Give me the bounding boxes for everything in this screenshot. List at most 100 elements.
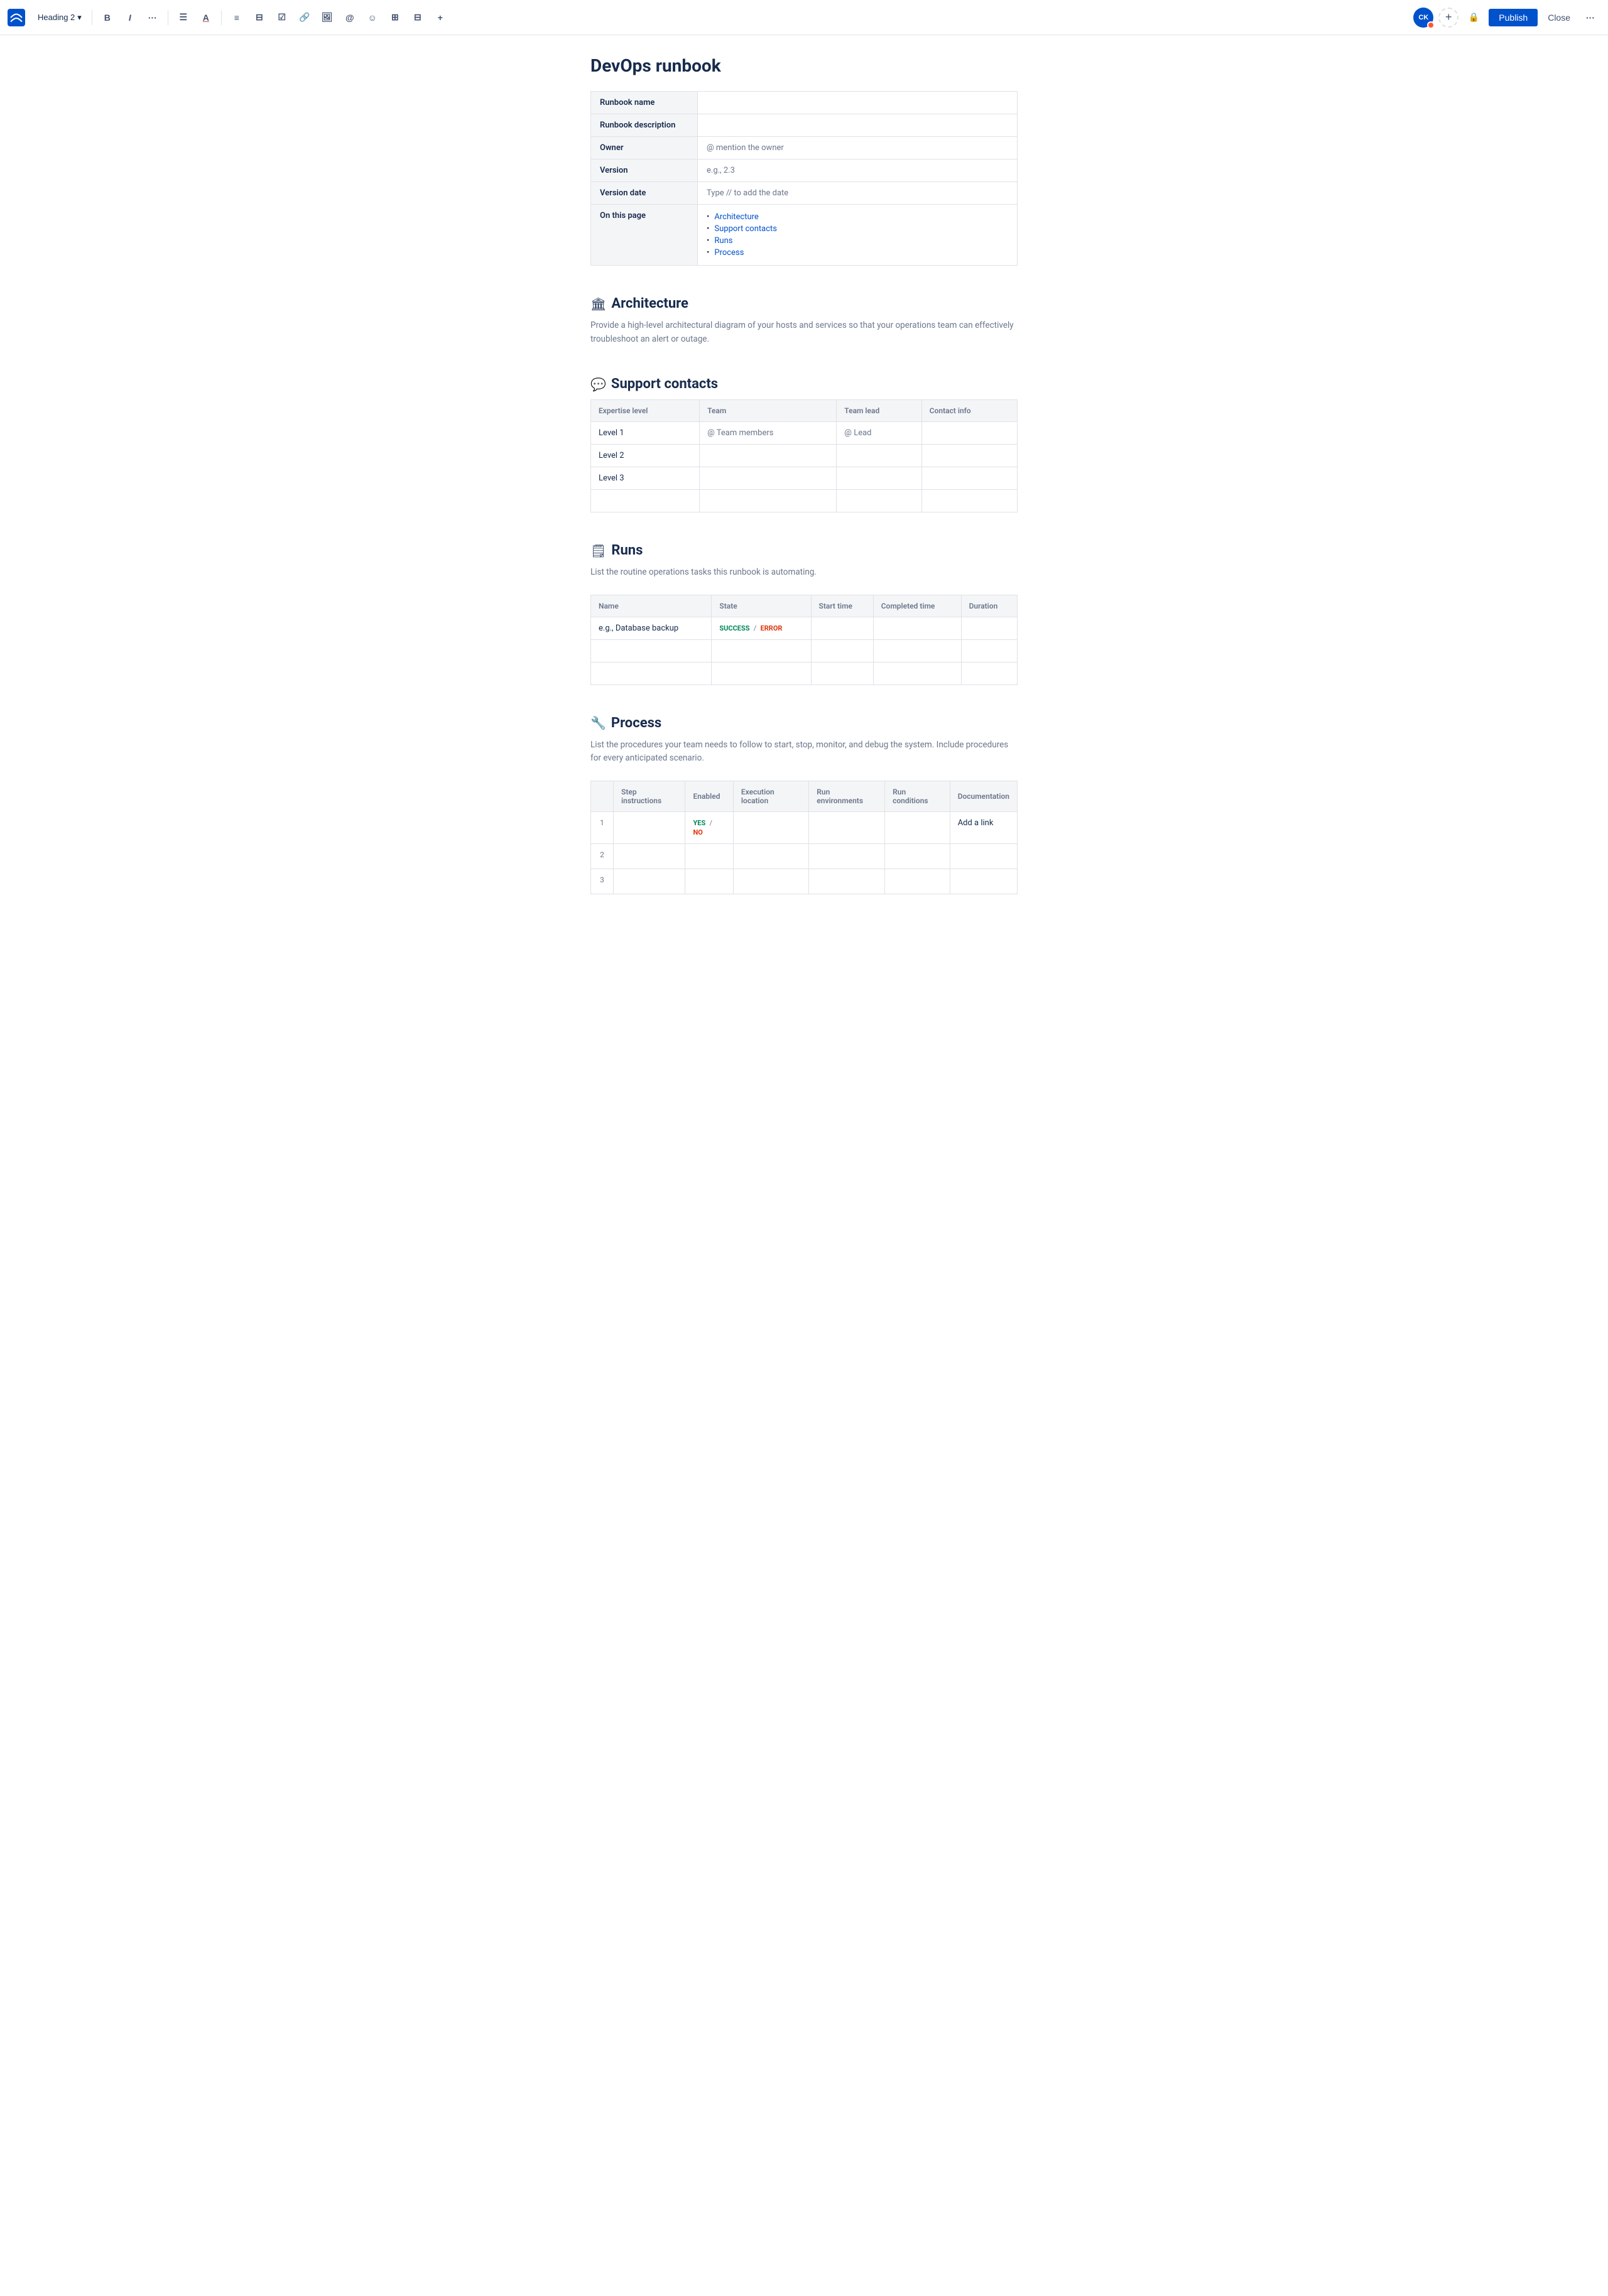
cell-team-1[interactable]: @ Team members bbox=[700, 422, 837, 445]
list-item: Process bbox=[707, 247, 1008, 259]
run-duration-3[interactable] bbox=[961, 662, 1017, 685]
table-row bbox=[591, 639, 1018, 662]
run-state-1[interactable]: SUCCESS / ERROR bbox=[712, 617, 811, 639]
process-run-env-1[interactable] bbox=[809, 811, 885, 843]
cell-expertise-4[interactable] bbox=[591, 490, 700, 512]
run-state-2[interactable] bbox=[712, 639, 811, 662]
process-step-3[interactable] bbox=[614, 869, 685, 894]
info-value-runbook-name[interactable] bbox=[698, 92, 1018, 114]
run-duration-2[interactable] bbox=[961, 639, 1017, 662]
yes-badge: YES bbox=[693, 819, 705, 827]
info-value-on-this-page: Architecture Support contacts Runs Proce… bbox=[698, 205, 1018, 266]
run-completed-2[interactable] bbox=[873, 639, 961, 662]
cell-lead-2[interactable] bbox=[837, 445, 921, 467]
plus-icon: + bbox=[1445, 11, 1452, 24]
avatar-button[interactable]: CK bbox=[1413, 8, 1433, 28]
process-run-env-2[interactable] bbox=[809, 843, 885, 869]
numbered-list-button[interactable]: ⊟ bbox=[249, 8, 269, 28]
process-step-1[interactable] bbox=[614, 811, 685, 843]
info-value-runbook-desc[interactable] bbox=[698, 114, 1018, 137]
run-duration-1[interactable] bbox=[961, 617, 1017, 639]
run-name-3[interactable] bbox=[591, 662, 712, 685]
error-badge: ERROR bbox=[761, 624, 783, 632]
run-name-2[interactable] bbox=[591, 639, 712, 662]
col-run-environments: Run environments bbox=[809, 781, 885, 811]
more-options-button[interactable]: ··· bbox=[1580, 8, 1600, 28]
bullet-list-button[interactable]: ≡ bbox=[227, 8, 247, 28]
run-completed-1[interactable] bbox=[873, 617, 961, 639]
cell-team-2[interactable] bbox=[700, 445, 837, 467]
process-run-cond-1[interactable] bbox=[885, 811, 950, 843]
col-step-instructions: Step instructions bbox=[614, 781, 685, 811]
cell-lead-1[interactable]: @ Lead bbox=[837, 422, 921, 445]
image-button[interactable]: 🖼 bbox=[317, 8, 337, 28]
app-logo[interactable] bbox=[8, 9, 25, 26]
page-title[interactable]: DevOps runbook bbox=[590, 55, 1018, 76]
toc-link-architecture[interactable]: Architecture bbox=[714, 212, 758, 222]
process-run-env-3[interactable] bbox=[809, 869, 885, 894]
restrict-button[interactable]: 🔒 bbox=[1464, 8, 1484, 28]
process-enabled-3[interactable] bbox=[685, 869, 733, 894]
toc-link-runs[interactable]: Runs bbox=[714, 236, 732, 246]
cell-contact-2[interactable] bbox=[921, 445, 1017, 467]
process-enabled-2[interactable] bbox=[685, 843, 733, 869]
cell-expertise-3[interactable]: Level 3 bbox=[591, 467, 700, 490]
cell-lead-3[interactable] bbox=[837, 467, 921, 490]
cell-expertise-2[interactable]: Level 2 bbox=[591, 445, 700, 467]
info-label-version-date: Version date bbox=[591, 182, 698, 205]
align-button[interactable]: ☰ bbox=[173, 8, 193, 28]
process-enabled-1[interactable]: YES / NO bbox=[685, 811, 733, 843]
architecture-description[interactable]: Provide a high-level architectural diagr… bbox=[590, 319, 1018, 346]
run-start-3[interactable] bbox=[811, 662, 873, 685]
process-exec-loc-2[interactable] bbox=[733, 843, 808, 869]
run-completed-3[interactable] bbox=[873, 662, 961, 685]
publish-button[interactable]: Publish bbox=[1489, 9, 1538, 26]
info-value-version-date[interactable]: Type // to add the date bbox=[698, 182, 1018, 205]
process-description[interactable]: List the procedures your team needs to f… bbox=[590, 739, 1018, 766]
cell-expertise-1[interactable]: Level 1 bbox=[591, 422, 700, 445]
add-collaborator-button[interactable]: + bbox=[1438, 8, 1459, 28]
toc-link-process[interactable]: Process bbox=[714, 248, 744, 257]
process-doc-3[interactable] bbox=[950, 869, 1017, 894]
runs-description[interactable]: List the routine operations tasks this r… bbox=[590, 566, 1018, 580]
process-doc-1[interactable]: Add a link bbox=[950, 811, 1017, 843]
run-start-1[interactable] bbox=[811, 617, 873, 639]
run-start-2[interactable] bbox=[811, 639, 873, 662]
cell-contact-3[interactable] bbox=[921, 467, 1017, 490]
bold-button[interactable]: B bbox=[97, 8, 117, 28]
cell-team-4[interactable] bbox=[700, 490, 837, 512]
run-name-1[interactable]: e.g., Database backup bbox=[591, 617, 712, 639]
heading-selector[interactable]: Heading 2 ▾ bbox=[33, 10, 87, 25]
info-value-version[interactable]: e.g., 2.3 bbox=[698, 160, 1018, 182]
link-button[interactable]: 🔗 bbox=[295, 8, 315, 28]
process-run-cond-2[interactable] bbox=[885, 843, 950, 869]
cell-lead-4[interactable] bbox=[837, 490, 921, 512]
cell-contact-1[interactable] bbox=[921, 422, 1017, 445]
process-exec-loc-1[interactable] bbox=[733, 811, 808, 843]
toolbar: Heading 2 ▾ B I ··· ☰ A ≡ ⊟ ☑ 🔗 🖼 @ ☺ ⊞ … bbox=[0, 0, 1608, 35]
task-button[interactable]: ☑ bbox=[272, 8, 292, 28]
mention-button[interactable]: @ bbox=[340, 8, 360, 28]
process-run-cond-3[interactable] bbox=[885, 869, 950, 894]
italic-button[interactable]: I bbox=[120, 8, 140, 28]
col-state: State bbox=[712, 595, 811, 617]
emoji-button[interactable]: ☺ bbox=[362, 8, 383, 28]
table-button[interactable]: ⊞ bbox=[385, 8, 405, 28]
toc-link-support[interactable]: Support contacts bbox=[714, 224, 777, 234]
close-button[interactable]: Close bbox=[1543, 9, 1575, 26]
text-color-button[interactable]: A bbox=[196, 8, 216, 28]
process-step-2[interactable] bbox=[614, 843, 685, 869]
process-doc-2[interactable] bbox=[950, 843, 1017, 869]
cell-team-3[interactable] bbox=[700, 467, 837, 490]
table-row: Level 2 bbox=[591, 445, 1018, 467]
info-value-owner[interactable]: @ mention the owner bbox=[698, 137, 1018, 160]
columns-button[interactable]: ⊟ bbox=[408, 8, 428, 28]
process-exec-loc-3[interactable] bbox=[733, 869, 808, 894]
col-team-lead: Team lead bbox=[837, 400, 921, 422]
run-state-3[interactable] bbox=[712, 662, 811, 685]
col-documentation: Documentation bbox=[950, 781, 1017, 811]
insert-more-button[interactable]: + bbox=[430, 8, 450, 28]
more-text-button[interactable]: ··· bbox=[143, 8, 163, 28]
cell-contact-4[interactable] bbox=[921, 490, 1017, 512]
architecture-title: Architecture bbox=[611, 296, 688, 311]
